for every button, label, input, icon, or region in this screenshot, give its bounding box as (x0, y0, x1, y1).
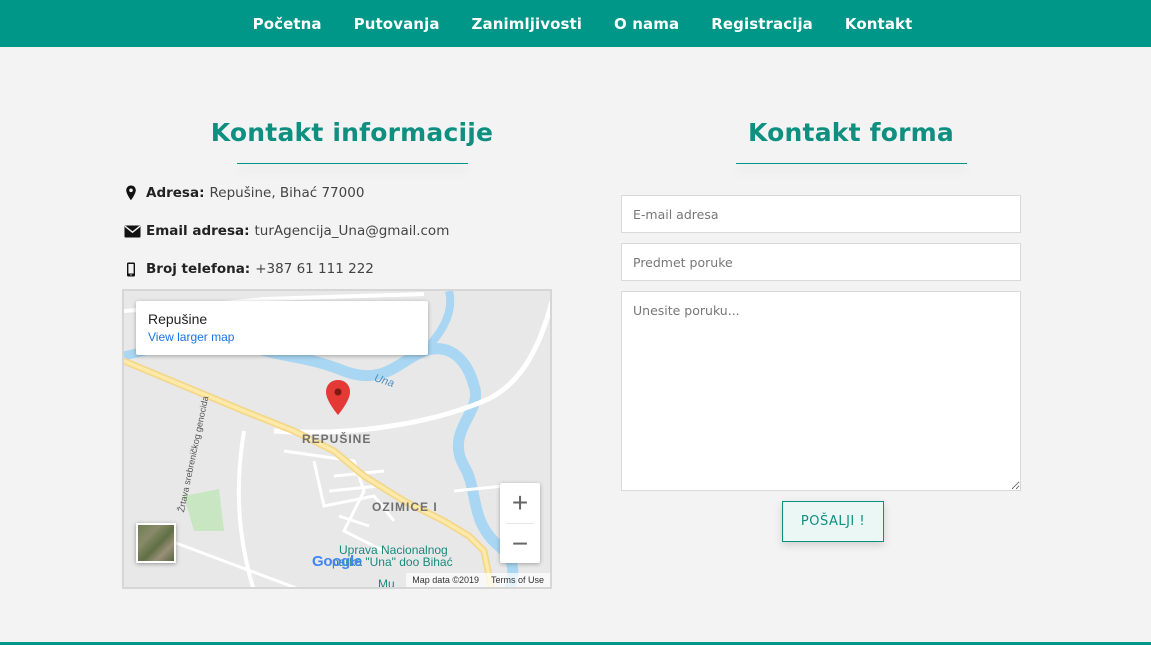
phone-value: +387 61 111 222 (255, 261, 374, 277)
nav-menu: Početna Putovanja Zanimljivosti O nama R… (237, 15, 929, 33)
nav-item-putovanja[interactable]: Putovanja (338, 15, 456, 33)
map-label-ozimice: OZIMICE I (372, 500, 438, 514)
send-button[interactable]: POŠALJI ! (782, 501, 884, 542)
contact-form-title: Kontakt forma (748, 118, 954, 147)
email-row: Email adresa: turAgencija_Una@gmail.com (124, 223, 449, 239)
top-navbar: Početna Putovanja Zanimljivosti O nama R… (0, 0, 1151, 47)
map-label-bottom: Mu (378, 577, 395, 589)
address-label: Adresa: (146, 185, 205, 201)
map-label-repusine: REPUŠINE (302, 432, 372, 446)
embedded-map[interactable]: REPUŠINE OZIMICE I Una Žrtava srebreničk… (122, 289, 552, 589)
email-label: Email adresa: (146, 223, 250, 239)
nav-item-o-nama[interactable]: O nama (598, 15, 695, 33)
zoom-in-button[interactable]: + (500, 483, 540, 523)
map-attribution-bar: Map data ©2019 Terms of Use (406, 573, 550, 587)
map-marker-icon (124, 185, 146, 201)
contact-info-title-underline (237, 163, 468, 164)
map-place-name: Repušine (148, 311, 208, 327)
zoom-out-button[interactable]: − (500, 524, 540, 564)
google-logo-text: Google (312, 553, 362, 570)
address-row: Adresa: Repušine, Bihać 77000 (124, 185, 364, 201)
map-info-card: Repušine View larger map (136, 301, 428, 355)
contact-form-title-underline (736, 163, 967, 164)
message-textarea[interactable] (621, 291, 1021, 491)
email-input[interactable] (621, 195, 1021, 233)
map-terms-link[interactable]: Terms of Use (491, 575, 544, 585)
email-value: turAgencija_Una@gmail.com (254, 223, 450, 239)
nav-item-registracija[interactable]: Registracija (695, 15, 829, 33)
phone-label: Broj telefona: (146, 261, 251, 277)
map-zoom-control: + − (500, 483, 540, 563)
nav-item-zanimljivosti[interactable]: Zanimljivosti (456, 15, 599, 33)
nav-item-kontakt[interactable]: Kontakt (829, 15, 928, 33)
subject-input[interactable] (621, 243, 1021, 281)
view-larger-map-link[interactable]: View larger map (148, 330, 416, 344)
nav-item-pocetna[interactable]: Početna (237, 15, 338, 33)
contact-info-title: Kontakt informacije (210, 118, 494, 147)
address-value: Repušine, Bihać 77000 (209, 185, 365, 201)
mobile-phone-icon (124, 262, 146, 277)
google-logo: Google (312, 553, 362, 570)
map-attribution: Map data ©2019 (412, 575, 479, 585)
satellite-view-toggle[interactable] (136, 523, 176, 563)
phone-row: Broj telefona: +387 61 111 222 (124, 261, 374, 277)
envelope-icon (124, 225, 146, 238)
